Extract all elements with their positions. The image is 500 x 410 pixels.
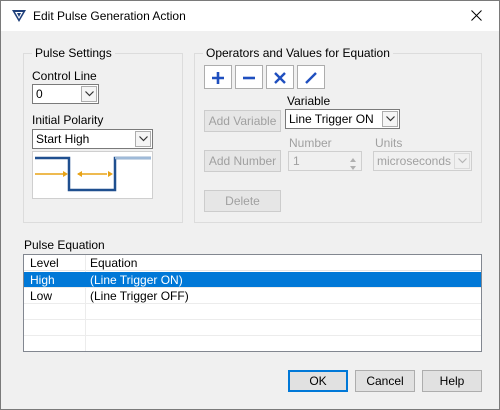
operators-title: Operators and Values for Equation	[203, 46, 393, 60]
dialog-window: Edit Pulse Generation Action Pulse Setti…	[0, 0, 500, 410]
control-line-value: 0	[36, 87, 43, 101]
units-label: Units	[375, 136, 403, 150]
table-row-empty	[24, 304, 481, 320]
divide-icon	[305, 72, 317, 84]
title-bar[interactable]: Edit Pulse Generation Action	[1, 1, 499, 31]
multiply-button[interactable]	[266, 65, 294, 89]
window-title: Edit Pulse Generation Action	[33, 9, 186, 23]
number-value: 1	[293, 154, 300, 168]
chevron-down-icon[interactable]	[454, 153, 470, 169]
row-level: High	[30, 273, 55, 287]
control-line-label: Control Line	[32, 69, 97, 83]
column-header-level[interactable]: Level	[30, 256, 59, 270]
pulse-equation-label: Pulse Equation	[24, 238, 105, 252]
spin-up-icon[interactable]	[346, 153, 360, 162]
table-header: Level Equation	[24, 255, 481, 271]
initial-polarity-value: Start High	[36, 132, 90, 146]
variable-dropdown[interactable]: Line Trigger ON	[285, 109, 400, 129]
minus-button[interactable]	[235, 65, 263, 89]
variable-label: Variable	[287, 94, 331, 108]
table-row[interactable]: Low (Line Trigger OFF)	[24, 288, 481, 304]
add-number-button[interactable]: Add Number	[204, 150, 281, 172]
plus-button[interactable]	[204, 65, 232, 89]
initial-polarity-dropdown[interactable]: Start High	[32, 129, 153, 149]
column-header-equation[interactable]: Equation	[90, 256, 137, 270]
ok-button[interactable]: OK	[288, 370, 348, 392]
initial-polarity-label: Initial Polarity	[32, 113, 104, 127]
chevron-down-icon[interactable]	[135, 131, 151, 147]
spin-down-icon[interactable]	[346, 161, 360, 170]
app-logo-icon	[11, 9, 27, 23]
number-label: Number	[289, 136, 332, 150]
delete-button[interactable]: Delete	[204, 190, 281, 212]
table-row[interactable]: High (Line Trigger ON)	[24, 272, 481, 288]
pulse-polarity-diagram	[32, 151, 153, 199]
plus-icon	[212, 72, 224, 84]
row-equation: (Line Trigger OFF)	[90, 289, 189, 303]
table-row-empty	[24, 336, 481, 351]
multiply-icon	[274, 72, 286, 84]
variable-value: Line Trigger ON	[289, 112, 374, 126]
chevron-down-icon[interactable]	[382, 111, 398, 127]
table-row-empty	[24, 320, 481, 336]
close-icon[interactable]	[453, 1, 499, 31]
minus-icon	[243, 76, 255, 80]
cancel-button[interactable]: Cancel	[355, 370, 415, 392]
row-equation: (Line Trigger ON)	[90, 273, 183, 287]
units-dropdown[interactable]: microseconds	[373, 151, 472, 171]
row-level: Low	[30, 289, 53, 303]
pulse-settings-title: Pulse Settings	[32, 46, 115, 60]
number-spinner[interactable]: 1	[288, 151, 362, 171]
units-value: microseconds	[377, 154, 452, 168]
divide-button[interactable]	[297, 65, 325, 89]
add-variable-button[interactable]: Add Variable	[204, 110, 281, 132]
control-line-dropdown[interactable]: 0	[32, 84, 99, 104]
help-button[interactable]: Help	[422, 370, 482, 392]
chevron-down-icon[interactable]	[81, 86, 97, 102]
pulse-equation-table[interactable]: Level Equation High (Line Trigger ON) Lo…	[23, 254, 482, 352]
